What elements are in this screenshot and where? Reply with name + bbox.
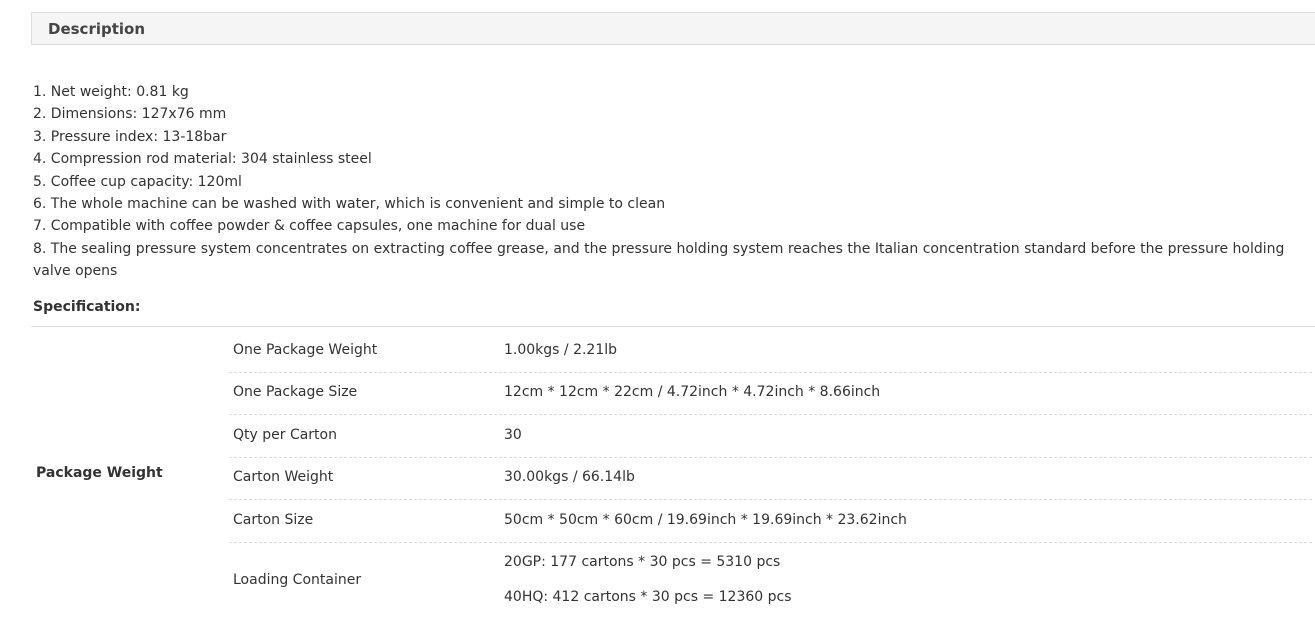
feature-item: 3. Pressure index: 13-18bar [33, 128, 227, 145]
spec-row: Qty per Carton 30 [229, 415, 1312, 458]
spec-key: Loading Container [233, 572, 362, 588]
spec-value: 50cm * 50cm * 60cm / 19.69inch * 19.69in… [504, 512, 907, 528]
spec-row-loading: Loading Container 20GP: 177 cartons * 30… [229, 543, 1312, 619]
spec-value: 30.00kgs / 66.14lb [504, 469, 635, 485]
spec-value: 1.00kgs / 2.21lb [504, 342, 618, 358]
spec-key: Carton Size [233, 512, 314, 528]
spec-key: Qty per Carton [233, 427, 337, 443]
spec-row: One Package Size 12cm * 12cm * 22cm / 4.… [229, 373, 1312, 415]
feature-list: 1. Net weight: 0.81 kg 2. Dimensions: 12… [33, 81, 1315, 283]
description-heading: Description [48, 20, 146, 38]
spec-row: Carton Weight 30.00kgs / 66.14lb [229, 458, 1312, 500]
feature-item: 5. Coffee cup capacity: 120ml [33, 173, 242, 190]
spec-value: 40HQ: 412 cartons * 30 pcs = 12360 pcs [504, 589, 792, 605]
product-details: Description 1. Net weight: 0.81 kg 2. Di… [0, 0, 1315, 619]
specification-heading: Specification: [33, 299, 141, 315]
spec-key: Carton Weight [233, 469, 334, 485]
feature-item: 4. Compression rod material: 304 stainle… [33, 151, 372, 168]
spec-key: One Package Weight [233, 342, 378, 358]
feature-item: 1. Net weight: 0.81 kg [33, 84, 189, 100]
feature-item: 7. Compatible with coffee powder & coffe… [33, 218, 586, 235]
spec-value: 12cm * 12cm * 22cm / 4.72inch * 4.72inch… [504, 384, 881, 400]
feature-item: 8. The sealing pressure system concentra… [33, 240, 1285, 280]
spec-key: One Package Size [233, 384, 358, 400]
feature-item: 2. Dimensions: 127x76 mm [33, 106, 227, 123]
spec-group-label: Package Weight [36, 465, 163, 481]
feature-item: 6. The whole machine can be washed with … [33, 196, 666, 213]
spec-row: One Package Weight 1.00kgs / 2.21lb [229, 330, 1312, 373]
description-header-bar: Description [31, 12, 1315, 45]
spec-row: Carton Size 50cm * 50cm * 60cm / 19.69in… [229, 500, 1312, 543]
specification-divider [31, 326, 1315, 327]
spec-value: 30 [504, 427, 522, 443]
spec-value: 20GP: 177 cartons * 30 pcs = 5310 pcs [504, 554, 781, 570]
